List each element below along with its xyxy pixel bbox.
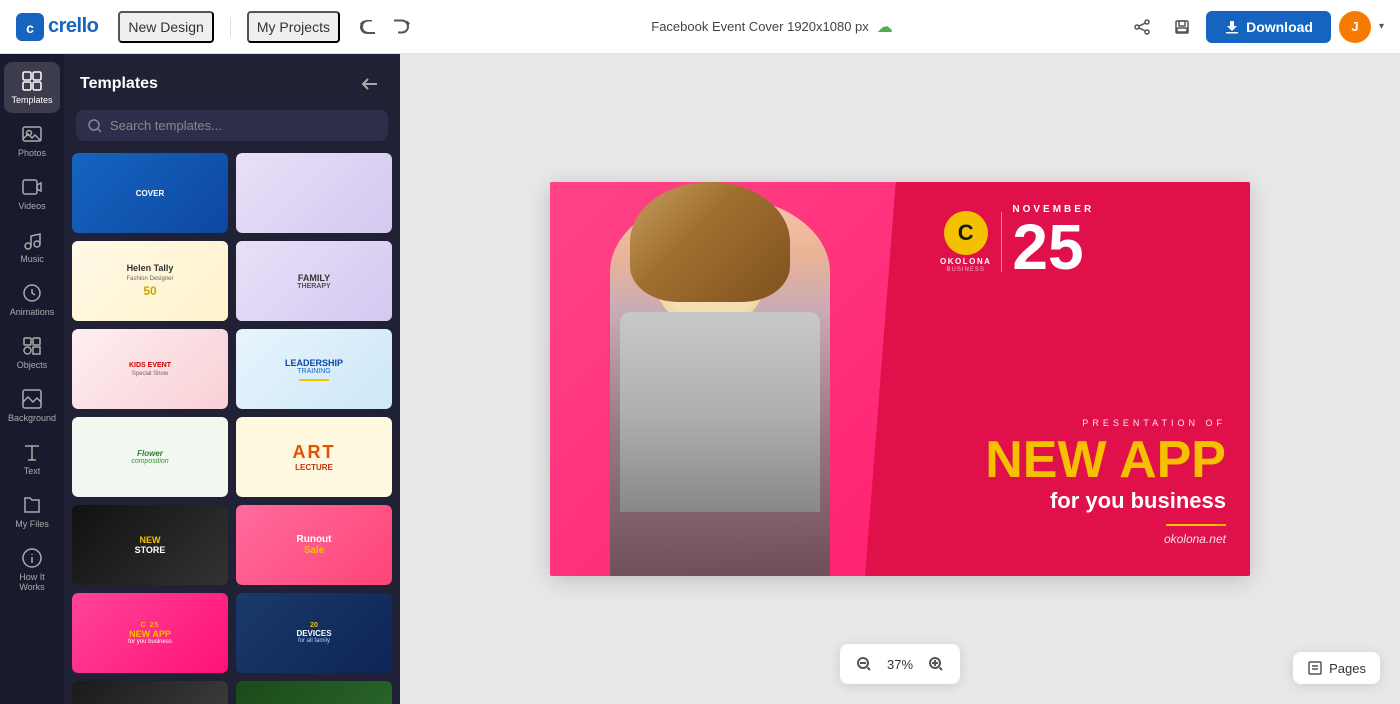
logo-text: crello <box>48 15 98 38</box>
zoom-toolbar: 37% <box>840 644 960 684</box>
templates-panel: Templates COVER <box>64 54 400 704</box>
design-content-area: PRESENTATION OF NEW APP for you business… <box>985 418 1226 546</box>
sidebar-icons: Templates Photos Videos Music Animations… <box>0 54 64 704</box>
my-projects-button[interactable]: My Projects <box>247 11 340 43</box>
list-item[interactable]: BEST SHOW <box>72 681 228 704</box>
logo-icon: c <box>16 13 44 41</box>
design-presentation: PRESENTATION OF <box>985 418 1226 428</box>
save-button[interactable] <box>1166 11 1198 43</box>
sidebar-item-howitworks[interactable]: How It Works <box>4 539 60 600</box>
logo[interactable]: c crello <box>16 13 98 41</box>
pages-label: Pages <box>1329 661 1366 676</box>
template-row: Helen Tally Fashion Designer 50 FAMILY T… <box>72 241 392 321</box>
list-item[interactable]: GREEN THE LUCKIEST DAY <box>236 681 392 704</box>
templates-grid: COVER Helen Tally Fashion Designer <box>64 153 400 704</box>
sidebar-item-templates[interactable]: Templates <box>4 62 60 113</box>
sidebar-item-animations[interactable]: Animations <box>4 274 60 325</box>
svg-text:c: c <box>26 20 34 36</box>
nav-separator <box>230 17 231 37</box>
design-main-title: NEW APP <box>985 434 1226 486</box>
canvas-wrapper: C OKOLONA BUSINESS NOVEMBER 25 PRESENTAT… <box>550 182 1250 576</box>
list-item[interactable]: Runout Sale <box>236 505 392 585</box>
design-subtitle: for you business <box>985 488 1226 514</box>
design-photo-area <box>550 182 914 576</box>
list-item[interactable]: Flower composition <box>72 417 228 497</box>
template-row: BEST SHOW GREEN THE LUCKIEST DAY <box>72 681 392 704</box>
avatar-caret-icon[interactable]: ▾ <box>1379 21 1384 32</box>
sidebar-item-background[interactable]: Background <box>4 380 60 431</box>
design-brand-sub: BUSINESS <box>947 267 985 273</box>
canvas-area: C OKOLONA BUSINESS NOVEMBER 25 PRESENTAT… <box>400 54 1400 704</box>
undo-button[interactable] <box>352 11 384 43</box>
sidebar-item-objects[interactable]: Objects <box>4 327 60 378</box>
topnav: c crello New Design My Projects Facebook… <box>0 0 1400 54</box>
zoom-in-button[interactable] <box>922 650 950 678</box>
design-brand-area: C OKOLONA BUSINESS NOVEMBER 25 <box>940 204 1094 279</box>
sidebar-item-photos[interactable]: Photos <box>4 115 60 166</box>
main-content: Templates Photos Videos Music Animations… <box>0 54 1400 704</box>
design-url: okolona.net <box>985 532 1226 546</box>
undo-redo-group <box>352 11 418 43</box>
template-row: COVER <box>72 153 392 233</box>
design-logo-circle: C <box>944 211 988 255</box>
pages-button[interactable]: Pages <box>1293 652 1380 684</box>
sidebar-item-text[interactable]: Text <box>4 433 60 484</box>
file-info: Facebook Event Cover 1920x1080 px ☁ <box>430 17 1114 37</box>
download-button[interactable]: Download <box>1206 11 1331 43</box>
sidebar-item-music[interactable]: Music <box>4 221 60 272</box>
list-item[interactable]: NEW STORE <box>72 505 228 585</box>
new-design-button[interactable]: New Design <box>118 11 213 43</box>
sidebar-item-myfiles[interactable]: My Files <box>4 486 60 537</box>
design-date: 25 <box>1012 215 1083 279</box>
sidebar-item-videos[interactable]: Videos <box>4 168 60 219</box>
design-brand-divider <box>1001 212 1002 272</box>
file-title: Facebook Event Cover 1920x1080 px <box>651 19 869 34</box>
template-row: KIDS EVENT Special Show LEADERSHIP TRAIN… <box>72 329 392 409</box>
list-item[interactable]: 20 DEVICES for all family <box>236 593 392 673</box>
design-brand-name: OKOLONA <box>940 257 991 266</box>
template-row: NEW STORE Runout Sale <box>72 505 392 585</box>
list-item[interactable]: LEADERSHIP TRAINING <box>236 329 392 409</box>
zoom-level: 37% <box>882 657 918 672</box>
design-underline <box>1166 524 1226 526</box>
right-actions: Download J ▾ <box>1126 11 1384 43</box>
search-box <box>76 110 388 141</box>
redo-button[interactable] <box>386 11 418 43</box>
search-input[interactable] <box>110 118 376 133</box>
template-row: Flower composition ART LECTURE <box>72 417 392 497</box>
avatar[interactable]: J <box>1339 11 1371 43</box>
cloud-save-icon: ☁ <box>877 17 893 37</box>
canvas-frame[interactable]: C OKOLONA BUSINESS NOVEMBER 25 PRESENTAT… <box>550 182 1250 576</box>
list-item[interactable]: Helen Tally Fashion Designer 50 <box>72 241 228 321</box>
list-item[interactable]: ART LECTURE <box>236 417 392 497</box>
collapse-panel-button[interactable] <box>356 70 384 98</box>
template-row: C 25 NEW APP for you business 20 DEVICES… <box>72 593 392 673</box>
zoom-out-button[interactable] <box>850 650 878 678</box>
list-item[interactable]: COVER <box>72 153 228 233</box>
list-item[interactable]: C 25 NEW APP for you business <box>72 593 228 673</box>
templates-title: Templates <box>80 75 158 93</box>
templates-header: Templates <box>64 54 400 110</box>
list-item[interactable]: KIDS EVENT Special Show <box>72 329 228 409</box>
share-button[interactable] <box>1126 11 1158 43</box>
search-icon <box>88 119 102 133</box>
list-item[interactable] <box>236 153 392 233</box>
list-item[interactable]: FAMILY THERAPY <box>236 241 392 321</box>
